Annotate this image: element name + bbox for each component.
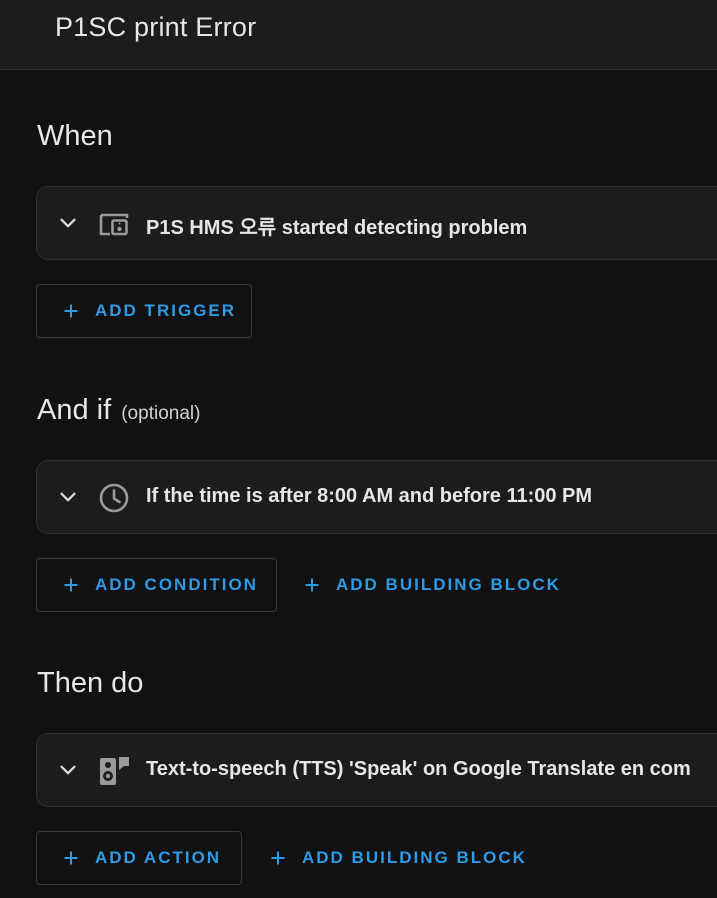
conditions-heading-text: And if xyxy=(37,394,112,426)
optional-label: (optional) xyxy=(121,403,201,424)
chevron-down-icon[interactable] xyxy=(57,759,79,781)
condition-card[interactable]: If the time is after 8:00 AM and before … xyxy=(36,460,717,534)
devices-icon xyxy=(99,213,129,236)
plus-icon xyxy=(64,851,78,865)
chevron-down-icon[interactable] xyxy=(57,486,79,508)
condition-label: If the time is after 8:00 AM and before … xyxy=(146,485,593,507)
conditions-heading: And if (optional) xyxy=(37,394,200,427)
clock-icon xyxy=(99,483,129,513)
top-app-bar: P1SC print Error xyxy=(0,0,717,70)
add-building-block-label: ADD BUILDING BLOCK xyxy=(336,575,561,594)
add-building-block-label: ADD BUILDING BLOCK xyxy=(302,848,527,867)
action-label: Text-to-speech (TTS) 'Speak' on Google T… xyxy=(146,758,691,780)
plus-icon xyxy=(305,578,319,592)
add-action-building-block-button[interactable]: ADD BUILDING BLOCK xyxy=(270,831,537,885)
action-card[interactable]: Text-to-speech (TTS) 'Speak' on Google T… xyxy=(36,733,717,807)
page-title: P1SC print Error xyxy=(55,12,257,42)
add-action-label: ADD ACTION xyxy=(95,848,222,867)
triggers-heading: When xyxy=(37,120,113,152)
add-action-button[interactable]: ADD ACTION xyxy=(36,831,242,885)
add-condition-button[interactable]: ADD CONDITION xyxy=(36,558,277,612)
plus-icon xyxy=(64,304,78,318)
add-condition-building-block-button[interactable]: ADD BUILDING BLOCK xyxy=(304,558,571,612)
plus-icon xyxy=(271,851,285,865)
add-condition-label: ADD CONDITION xyxy=(95,575,258,594)
plus-icon xyxy=(64,578,78,592)
chevron-down-icon[interactable] xyxy=(57,212,79,234)
trigger-label: P1S HMS 오류 started detecting problem xyxy=(146,217,528,239)
add-trigger-button[interactable]: ADD TRIGGER xyxy=(36,284,252,338)
trigger-card[interactable]: P1S HMS 오류 started detecting problem xyxy=(36,186,717,260)
add-trigger-label: ADD TRIGGER xyxy=(95,301,236,320)
speaker-message-icon xyxy=(100,757,129,785)
actions-heading: Then do xyxy=(37,667,144,699)
